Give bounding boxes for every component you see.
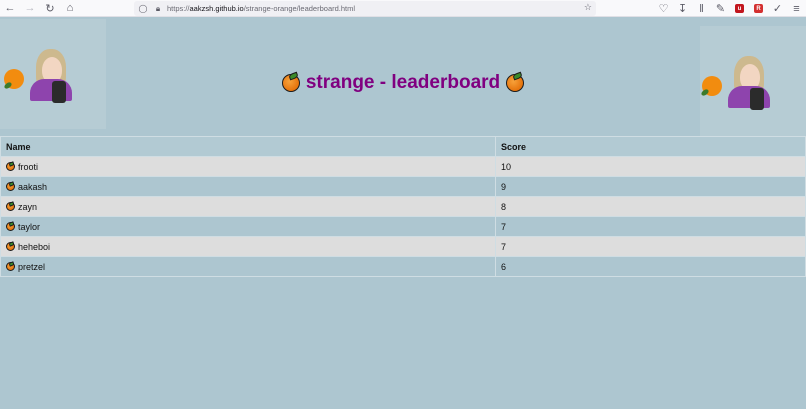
player-score: 8 (495, 196, 806, 217)
name-column-header: Name (0, 136, 496, 157)
lock-icon[interactable]: 🔒︎ (152, 4, 164, 14)
orange-emoji-icon (6, 201, 15, 211)
player-name-cell: zayn (0, 196, 496, 217)
library-icon[interactable]: ‖ (692, 0, 711, 17)
table-row: pretzel 6 (0, 256, 806, 277)
table-row: taylor 7 (0, 216, 806, 237)
toolbar-right-icons: ♡ ↧ ‖ ✎ u R ✓ ≡ (654, 0, 806, 17)
download-icon[interactable]: ↧ (673, 0, 692, 17)
table-row: heheboi 7 (0, 236, 806, 257)
orange-emoji-icon (281, 74, 300, 92)
player-score: 7 (495, 216, 806, 237)
extension-icon[interactable]: ✎ (711, 0, 730, 17)
home-icon[interactable]: ⌂ (60, 0, 80, 17)
url-path: /strange-orange/leaderboard.html (243, 4, 356, 13)
player-name: taylor (18, 221, 41, 232)
reload-icon[interactable]: ↻ (40, 0, 60, 17)
player-name-cell: taylor (0, 216, 496, 237)
pocket-icon[interactable]: ♡ (654, 0, 673, 17)
readwise-icon[interactable]: R (749, 0, 768, 17)
orange-emoji-icon (6, 161, 15, 171)
player-name: zayn (18, 201, 38, 212)
player-name: heheboi (18, 241, 51, 252)
score-column-header: Score (495, 136, 806, 157)
orange-emoji-icon (6, 181, 15, 191)
player-name: aakash (18, 181, 48, 192)
url-host: aakzsh.github.io (189, 4, 244, 13)
table-row: zayn 8 (0, 196, 806, 217)
table-header-row: Name Score (0, 136, 806, 157)
player-score: 6 (495, 256, 806, 277)
back-arrow-icon[interactable]: ← (0, 0, 20, 17)
orange-emoji-icon (6, 261, 15, 271)
eyedropper-icon[interactable]: ✓ (768, 0, 787, 17)
browser-toolbar: ← → ↻ ⌂ ◯ 🔒︎ https://aakzsh.github.io/st… (0, 0, 806, 17)
shield-icon[interactable]: ◯ (137, 4, 149, 13)
page-title: strange - leaderboard (0, 72, 806, 94)
player-name-cell: heheboi (0, 236, 496, 257)
star-icon[interactable]: ☆ (584, 2, 592, 13)
url-prefix: https:// (167, 4, 190, 13)
page-title-text: strange - leaderboard (305, 72, 501, 93)
address-bar[interactable]: ◯ 🔒︎ https://aakzsh.github.io/strange-or… (134, 1, 596, 16)
player-score: 7 (495, 236, 806, 257)
table-row: aakash 9 (0, 176, 806, 197)
menu-icon[interactable]: ≡ (787, 0, 806, 17)
player-score: 9 (495, 176, 806, 197)
leaderboard-table: Name Score frooti 10 aakash 9 zayn 8 tay… (0, 136, 806, 277)
player-name: pretzel (18, 261, 46, 272)
url-text[interactable]: https://aakzsh.github.io/strange-orange/… (167, 4, 355, 13)
orange-emoji-icon (506, 74, 525, 92)
player-name-cell: pretzel (0, 256, 496, 277)
player-name-cell: frooti (0, 156, 496, 177)
player-name: frooti (18, 161, 39, 172)
orange-emoji-icon (6, 241, 15, 251)
player-name-cell: aakash (0, 176, 496, 197)
ublock-icon[interactable]: u (730, 0, 749, 17)
player-score: 10 (495, 156, 806, 177)
orange-emoji-icon (6, 221, 15, 231)
table-row: frooti 10 (0, 156, 806, 177)
forward-arrow-icon[interactable]: → (20, 0, 40, 17)
